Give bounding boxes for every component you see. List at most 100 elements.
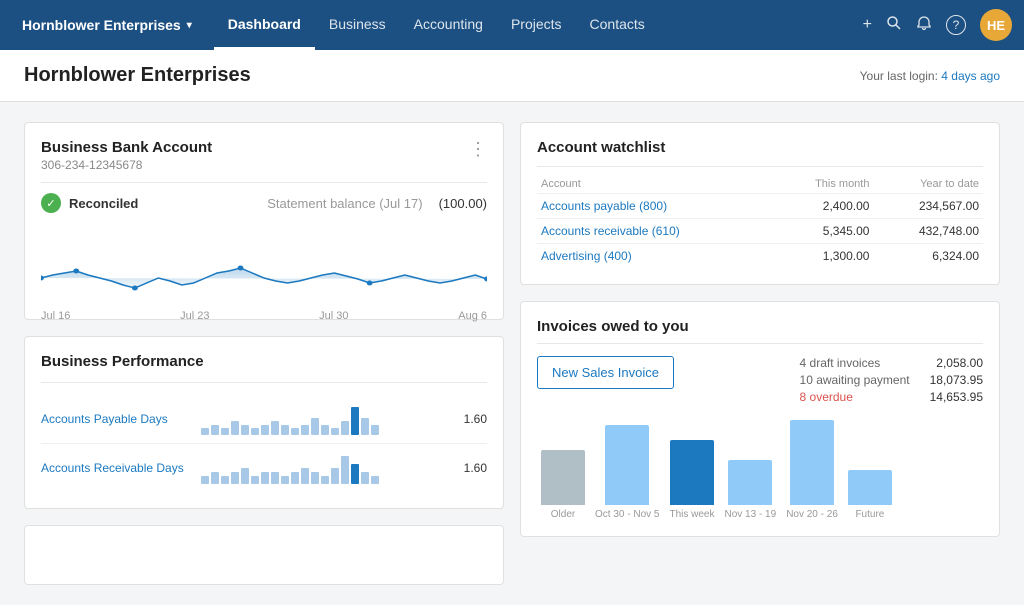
bp-bar xyxy=(231,421,239,435)
inv-stat-label: 4 draft invoices xyxy=(800,356,881,370)
inv-stat-value: 14,653.95 xyxy=(930,390,983,404)
bottom-card xyxy=(24,525,504,585)
inv-stat-label: 8 overdue xyxy=(800,390,853,404)
bp-bar xyxy=(251,428,259,435)
plus-icon[interactable]: + xyxy=(863,16,872,34)
bp-value-2: 1.60 xyxy=(457,461,487,475)
bp-row-2: Accounts Receivable Days 1.60 xyxy=(41,444,487,492)
last-login: Your last login: 4 days ago xyxy=(860,69,1000,83)
bp-bar xyxy=(211,472,219,484)
bp-bar xyxy=(351,407,359,435)
bell-icon[interactable] xyxy=(916,15,932,36)
aw-title: Account watchlist xyxy=(537,139,983,156)
bank-divider xyxy=(41,182,487,183)
nav-item-contacts[interactable]: Contacts xyxy=(576,0,659,50)
left-column: Business Bank Account 306-234-12345678 ⋮… xyxy=(24,122,504,585)
bar xyxy=(728,460,772,505)
sparkline-label-2: Jul 23 xyxy=(180,310,209,322)
bar xyxy=(670,440,714,505)
bp-bar xyxy=(281,476,289,484)
bp-title: Business Performance xyxy=(41,353,487,370)
nav-items: Dashboard Business Accounting Projects C… xyxy=(214,0,659,50)
navigation: Hornblower Enterprises ▾ Dashboard Busin… xyxy=(0,0,1024,50)
reconciled-row: ✓ Reconciled Statement balance (Jul 17) … xyxy=(41,193,487,213)
user-avatar[interactable]: HE xyxy=(980,9,1012,41)
bp-bar xyxy=(331,468,339,484)
help-icon[interactable]: ? xyxy=(946,15,966,35)
nav-item-business[interactable]: Business xyxy=(315,0,400,50)
bp-bar xyxy=(321,476,329,484)
bp-bar xyxy=(241,468,249,484)
nav-item-accounting[interactable]: Accounting xyxy=(400,0,497,50)
bp-bar xyxy=(371,476,379,484)
bank-more-icon[interactable]: ⋮ xyxy=(469,139,487,160)
inv-stat-row: 10 awaiting payment18,073.95 xyxy=(800,373,983,387)
table-row: Accounts payable (800)2,400.00234,567.00 xyxy=(537,194,983,219)
bp-bar xyxy=(291,472,299,484)
aw-this-month: 2,400.00 xyxy=(773,194,873,219)
business-performance-card: Business Performance Accounts Payable Da… xyxy=(24,336,504,509)
bp-bars-1 xyxy=(201,403,447,435)
page-header: Hornblower Enterprises Your last login: … xyxy=(0,50,1024,102)
bp-bar xyxy=(201,476,209,484)
bp-label-2[interactable]: Accounts Receivable Days xyxy=(41,461,191,475)
aw-this-month: 5,345.00 xyxy=(773,219,873,244)
aw-header-account: Account xyxy=(537,175,773,194)
page-title: Hornblower Enterprises xyxy=(24,64,251,87)
aw-divider xyxy=(537,166,983,167)
sparkline-label-1: Jul 16 xyxy=(41,310,70,322)
bar-col: Nov 20 - 26 xyxy=(786,420,838,520)
statement-amount: (100.00) xyxy=(439,196,487,211)
bar-label: Older xyxy=(551,509,575,520)
bp-bar xyxy=(371,425,379,436)
bp-divider xyxy=(41,382,487,383)
aw-account-name[interactable]: Advertising (400) xyxy=(537,244,773,269)
inv-stat-label: 10 awaiting payment xyxy=(800,373,910,387)
aw-account-name[interactable]: Accounts payable (800) xyxy=(537,194,773,219)
bar-col: Older xyxy=(541,450,585,520)
nav-item-projects[interactable]: Projects xyxy=(497,0,576,50)
bp-value-1: 1.60 xyxy=(457,412,487,426)
bar xyxy=(541,450,585,505)
bp-bar xyxy=(331,428,339,435)
aw-this-month: 1,300.00 xyxy=(773,244,873,269)
aw-header-this-month: This month xyxy=(773,175,873,194)
bp-bar xyxy=(291,428,299,435)
bp-bar xyxy=(251,476,259,484)
main-content: Business Bank Account 306-234-12345678 ⋮… xyxy=(0,102,1024,605)
search-icon[interactable] xyxy=(886,15,902,36)
bp-bar xyxy=(261,425,269,436)
bar-col: Oct 30 - Nov 5 xyxy=(595,425,659,520)
bp-bar xyxy=(271,472,279,484)
bp-bar xyxy=(361,472,369,484)
nav-right: + ? HE xyxy=(863,9,1012,41)
aw-ytd: 432,748.00 xyxy=(873,219,983,244)
sparkline-labels: Jul 16 Jul 23 Jul 30 Aug 6 xyxy=(41,310,487,322)
bank-account-number: 306-234-12345678 xyxy=(41,158,212,172)
aw-account-name[interactable]: Accounts receivable (610) xyxy=(537,219,773,244)
aw-table: Account This month Year to date Accounts… xyxy=(537,175,983,268)
inv-stat-value: 2,058.00 xyxy=(936,356,983,370)
bp-bar xyxy=(351,464,359,484)
nav-brand[interactable]: Hornblower Enterprises ▾ xyxy=(12,17,202,33)
aw-ytd: 234,567.00 xyxy=(873,194,983,219)
sparkline-label-3: Jul 30 xyxy=(319,310,348,322)
bank-info: Business Bank Account 306-234-12345678 xyxy=(41,139,212,172)
table-row: Advertising (400)1,300.006,324.00 xyxy=(537,244,983,269)
reconciled-badge: ✓ xyxy=(41,193,61,213)
statement-label: Statement balance (Jul 17) xyxy=(267,196,422,211)
new-sales-invoice-button[interactable]: New Sales Invoice xyxy=(537,356,674,389)
bank-title: Business Bank Account xyxy=(41,139,212,156)
account-watchlist-card: Account watchlist Account This month Yea… xyxy=(520,122,1000,285)
bar-label: Oct 30 - Nov 5 xyxy=(595,509,659,520)
bp-bar xyxy=(301,468,309,484)
bar-label: Future xyxy=(855,509,884,520)
bp-bar xyxy=(231,472,239,484)
bp-bar xyxy=(321,425,329,436)
bp-label-1[interactable]: Accounts Payable Days xyxy=(41,412,191,426)
bp-bar xyxy=(241,425,249,436)
last-login-link[interactable]: 4 days ago xyxy=(941,69,1000,83)
bar-label: This week xyxy=(669,509,714,520)
nav-item-dashboard[interactable]: Dashboard xyxy=(214,0,315,50)
bp-bar xyxy=(301,425,309,436)
